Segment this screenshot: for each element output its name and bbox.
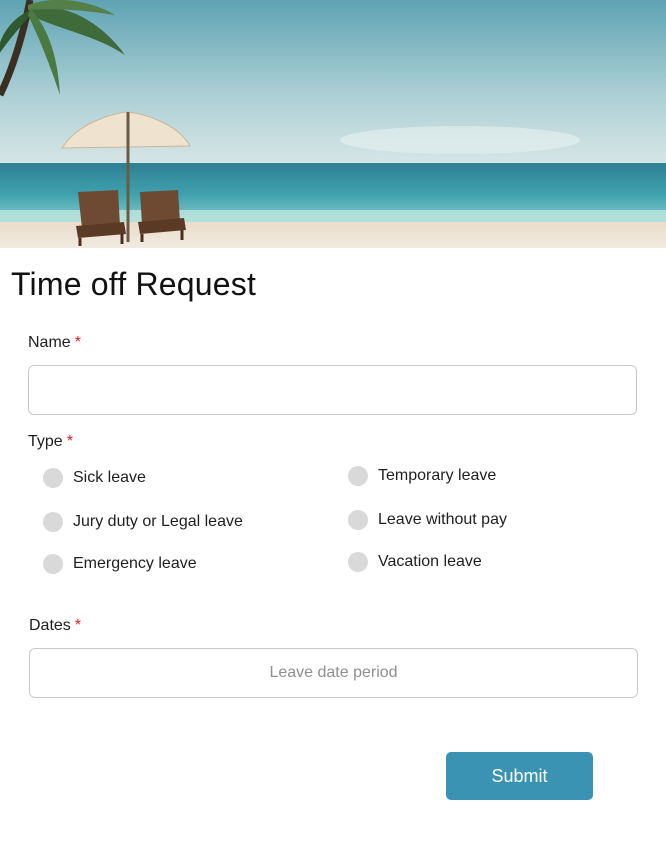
hero-banner-image [0, 0, 666, 248]
radio-circle-icon[interactable] [43, 554, 63, 574]
dates-label: Dates * [29, 617, 81, 635]
radio-sick-leave[interactable]: Sick leave [43, 467, 146, 489]
name-input[interactable] [28, 365, 637, 415]
radio-emergency-leave[interactable]: Emergency leave [43, 553, 197, 575]
radio-label: Leave without pay [378, 511, 507, 528]
radio-circle-icon[interactable] [348, 552, 368, 572]
radio-jury-duty-or-legal-leave[interactable]: Jury duty or Legal leave [43, 511, 243, 533]
submit-button[interactable]: Submit [446, 752, 593, 800]
name-label-text: Name [28, 334, 71, 351]
radio-label: Emergency leave [73, 555, 197, 572]
type-label-text: Type [28, 433, 63, 450]
dates-label-text: Dates [29, 617, 71, 634]
radio-circle-icon[interactable] [348, 466, 368, 486]
radio-label: Jury duty or Legal leave [73, 513, 243, 530]
required-mark: * [66, 433, 73, 450]
radio-circle-icon[interactable] [43, 512, 63, 532]
radio-temporary-leave[interactable]: Temporary leave [348, 465, 496, 487]
required-mark: * [74, 617, 82, 634]
dates-input[interactable] [29, 648, 638, 698]
radio-label: Temporary leave [378, 467, 497, 484]
radio-label: Vacation leave [378, 553, 482, 570]
radio-leave-without-pay[interactable]: Leave without pay [348, 509, 507, 531]
radio-circle-icon[interactable] [348, 510, 368, 530]
radio-label: Sick leave [73, 469, 146, 486]
page-title: Time off Request [11, 266, 257, 302]
radio-vacation-leave[interactable]: Vacation leave [348, 551, 482, 573]
type-label: Type * [28, 433, 73, 451]
radio-circle-icon[interactable] [43, 468, 63, 488]
required-mark: * [74, 334, 81, 351]
name-label: Name * [28, 334, 81, 352]
